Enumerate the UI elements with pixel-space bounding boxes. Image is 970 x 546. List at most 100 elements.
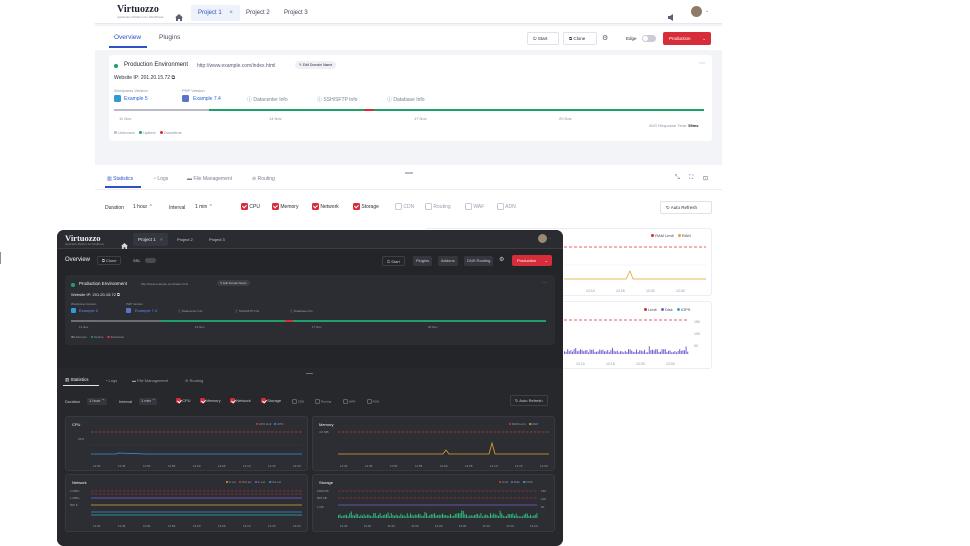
tab-routing[interactable]: ⊘ Routing [252,176,275,182]
more-icon[interactable]: ⋯ [699,60,705,67]
gear-icon[interactable]: ⚙ [602,34,608,42]
checkbox[interactable] [465,203,472,210]
datacenter-info-link[interactable]: ⓘ Datacenter Info [178,309,202,313]
tab-project-2[interactable]: Project 2 [239,5,277,21]
start-button[interactable]: ⏻ Start [527,32,559,45]
checkbox-routing[interactable]: Routing [315,399,331,404]
checkbox[interactable] [312,203,319,210]
checkbox-storage[interactable]: Storage [261,398,281,404]
checkbox-storage[interactable]: Storage [353,203,379,210]
php-version[interactable]: Example 7.4 [193,96,221,102]
gear-icon[interactable]: ⚙ [499,256,504,263]
checkbox[interactable] [425,203,432,210]
avatar[interactable] [538,234,547,243]
megaphone-icon[interactable] [667,8,674,21]
tab-file-management[interactable]: ▬ File Management [132,378,168,383]
php-version[interactable]: Example 7.4 [135,308,157,313]
environment-select[interactable]: Production ⌄ [663,32,711,45]
auto-refresh-button[interactable]: ↻ Auto Refresh [660,201,712,214]
checkbox-waf[interactable]: WAF [465,203,484,210]
checkbox[interactable] [176,398,181,404]
resize-handle[interactable] [405,172,413,174]
avatar[interactable] [691,6,702,17]
copy-icon[interactable]: ⧉ [171,75,175,81]
edit-domain-button[interactable]: ✎ Edit Domain Name [217,280,250,286]
database-info-link[interactable]: ⓘ Database Info [387,96,425,103]
wp-version[interactable]: Example 5 [79,308,98,313]
ssh-info-link[interactable]: ⓘ SSH/SFTP Info [317,96,358,103]
checkbox[interactable] [272,203,279,210]
ssl-toggle[interactable] [145,258,156,263]
clone-button[interactable]: ⧉ Clone [563,32,597,45]
divider [95,189,722,190]
checkbox-network[interactable]: Network [230,398,251,404]
wp-version[interactable]: Example 5 [124,96,148,102]
checkbox-cdn[interactable]: CDN [395,203,414,210]
checkbox-network[interactable]: Network [312,203,339,210]
checkbox[interactable] [353,203,360,210]
checkbox[interactable] [230,398,235,404]
database-info-link[interactable]: ⓘ Database Info [290,309,313,313]
interval-select[interactable]: 1 min ⌃ [139,398,158,405]
fullscreen-icon[interactable]: ⛶ [689,175,693,182]
tab-project-1[interactable]: Project 1 × [191,5,240,21]
interval-select[interactable]: 1 min ⌃ [195,204,213,210]
checkbox-cdn[interactable]: CDN [292,399,304,404]
tab-statistics[interactable]: ▥ Statistics [65,377,89,383]
checkbox-memory[interactable]: Memory [200,398,221,404]
dns-routing-button[interactable]: DNS Routing [464,256,494,266]
checkbox[interactable] [292,399,297,404]
addons-button[interactable]: Addons [438,256,458,266]
environment-url[interactable]: http://www.example.com/index.html [197,63,275,69]
resize-handle[interactable] [306,373,313,374]
checkbox[interactable] [241,203,248,210]
plugins-button[interactable]: Plugins [413,256,433,266]
edge-toggle[interactable] [642,35,656,42]
checkbox[interactable] [395,203,402,210]
tab-project-2[interactable]: Project 2 [177,237,193,242]
tab-project-3[interactable]: Project 3 [277,5,315,21]
collapse-icon[interactable]: ⤡ [675,175,680,182]
tab-overview[interactable]: Overview [114,34,141,41]
checkbox-adn[interactable]: ADN [367,399,379,404]
tab-logs[interactable]: ◔ Logs [105,378,117,383]
checkbox[interactable] [200,398,205,404]
checkbox-routing[interactable]: Routing [425,203,451,210]
clone-button[interactable]: ⧉ Clone [97,256,122,265]
checkbox[interactable] [261,398,266,404]
dock-icon[interactable]: ⊡ [703,175,708,182]
close-icon[interactable]: × [229,10,233,16]
checkbox[interactable] [497,203,504,210]
chevron-down-icon[interactable]: ⌄ [549,236,552,240]
checkbox[interactable] [367,399,372,404]
checkbox-waf[interactable]: WAF [343,399,355,404]
start-button[interactable]: ⏻ Start [382,256,405,266]
tab-logs[interactable]: ◔ Logs [153,176,168,182]
duration-select[interactable]: 1 hour ⌃ [133,204,153,210]
copy-icon[interactable]: ⧉ [117,292,120,297]
tab-file-management[interactable]: ▬ File Management [187,176,232,182]
datacenter-info-link[interactable]: ⓘ Datacenter Info [247,96,288,103]
duration-select[interactable]: 1 hour ⌃ [87,398,107,405]
checkbox[interactable] [343,399,348,404]
checkbox-cpu[interactable]: CPU [241,203,260,210]
checkbox[interactable] [315,399,320,404]
more-icon[interactable]: ⋯ [542,280,547,286]
environment-select[interactable]: Production ⌄ [512,255,552,266]
auto-refresh-button[interactable]: ↻ Auto Refresh [510,395,548,406]
tab-project-3[interactable]: Project 3 [209,237,225,242]
environment-url[interactable]: http://www.example.com/index.html [141,282,188,286]
checkbox-memory[interactable]: Memory [272,203,298,210]
checkbox-cpu[interactable]: CPU [176,398,191,404]
tab-project-1[interactable]: Project 1 × [133,233,168,246]
tab-statistics[interactable]: ▥ Statistics [107,176,133,182]
close-icon[interactable]: × [160,237,163,242]
checkbox-adn[interactable]: ADN [497,203,516,210]
chevron-down-icon[interactable]: ⌄ [705,8,709,14]
edit-domain-button[interactable]: ✎ Edit Domain Name [295,61,337,69]
home-icon[interactable] [121,236,128,254]
tab-plugins[interactable]: Plugins [159,34,180,41]
home-icon[interactable] [175,8,183,21]
tab-routing[interactable]: ⊘ Routing [185,378,203,383]
ssh-info-link[interactable]: ⓘ SSH/SFTP Info [235,309,259,313]
